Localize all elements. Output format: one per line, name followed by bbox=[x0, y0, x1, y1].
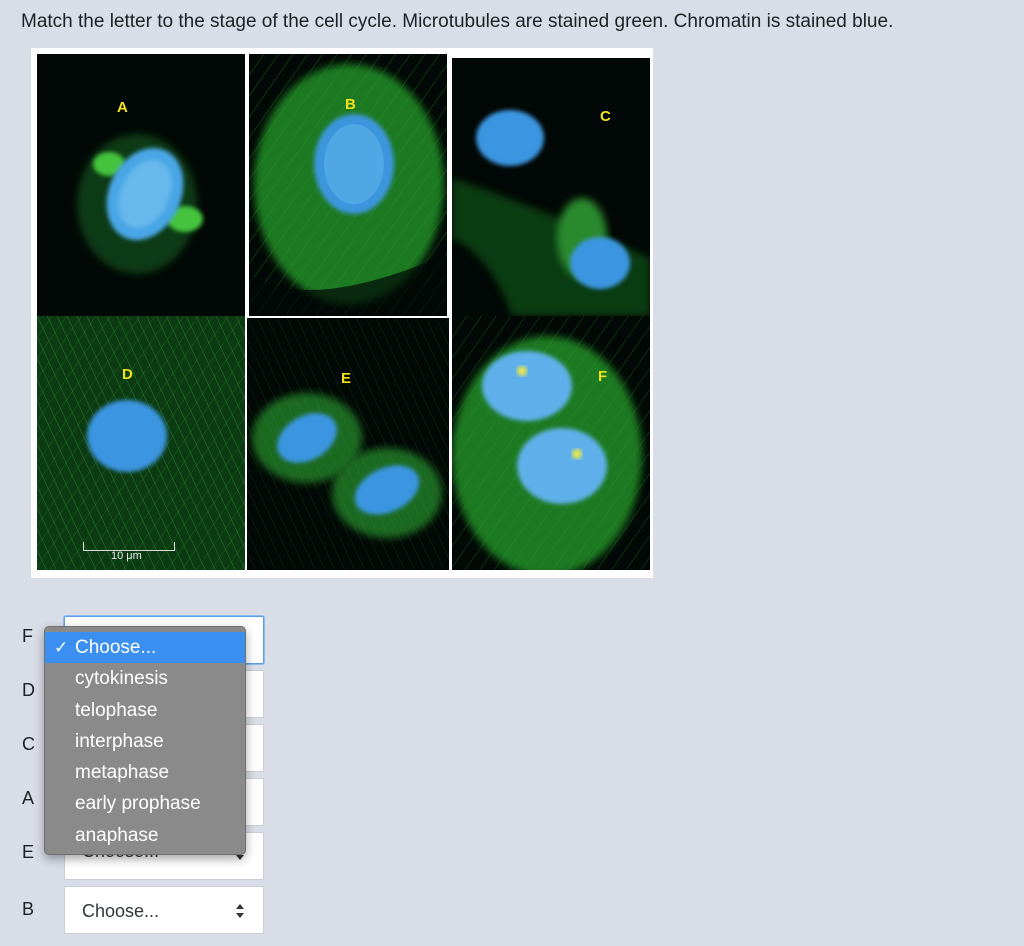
row-letter-b: B bbox=[22, 899, 35, 919]
row-letter-e: E bbox=[22, 842, 35, 862]
option-anaphase[interactable]: anaphase bbox=[45, 820, 245, 851]
question-text: Match the letter to the stage of the cel… bbox=[21, 11, 894, 32]
panel-label-a: A bbox=[117, 99, 128, 116]
select-value: Choose... bbox=[82, 901, 160, 921]
panel-label-d: D bbox=[122, 366, 133, 383]
stage-select-b[interactable]: Choose... bbox=[64, 886, 264, 934]
option-cytokinesis[interactable]: cytokinesis bbox=[45, 663, 245, 694]
option-interphase[interactable]: interphase bbox=[45, 726, 245, 757]
option-label: Choose... bbox=[75, 637, 157, 658]
panel-e: E bbox=[247, 318, 449, 570]
row-letter-d: D bbox=[22, 680, 35, 700]
cell-cycle-figure: A B C D E F 10 μm bbox=[31, 48, 653, 578]
panel-a: A bbox=[37, 54, 245, 316]
panel-label-c: C bbox=[600, 108, 611, 125]
panel-label-e: E bbox=[341, 370, 352, 387]
scale-bar-label: 10 μm bbox=[111, 550, 142, 562]
panel-label-f: F bbox=[598, 368, 608, 385]
stage-dropdown-menu: ✓ Choose... cytokinesis telophase interp… bbox=[44, 626, 246, 855]
option-early-prophase[interactable]: early prophase bbox=[45, 788, 245, 819]
panel-c: C bbox=[452, 58, 650, 316]
row-letter-c: C bbox=[22, 734, 35, 754]
option-telophase[interactable]: telophase bbox=[45, 695, 245, 726]
panel-f: F bbox=[452, 316, 650, 570]
row-letter-a: A bbox=[22, 788, 35, 808]
select-arrows-icon bbox=[236, 904, 244, 918]
row-letter-f: F bbox=[22, 626, 33, 646]
option-metaphase[interactable]: metaphase bbox=[45, 757, 245, 788]
panel-b: B bbox=[249, 54, 447, 316]
checkmark-icon: ✓ bbox=[54, 638, 69, 657]
panel-d: D bbox=[37, 316, 245, 570]
option-choose[interactable]: ✓ Choose... bbox=[45, 632, 245, 664]
panel-label-b: B bbox=[345, 96, 356, 113]
